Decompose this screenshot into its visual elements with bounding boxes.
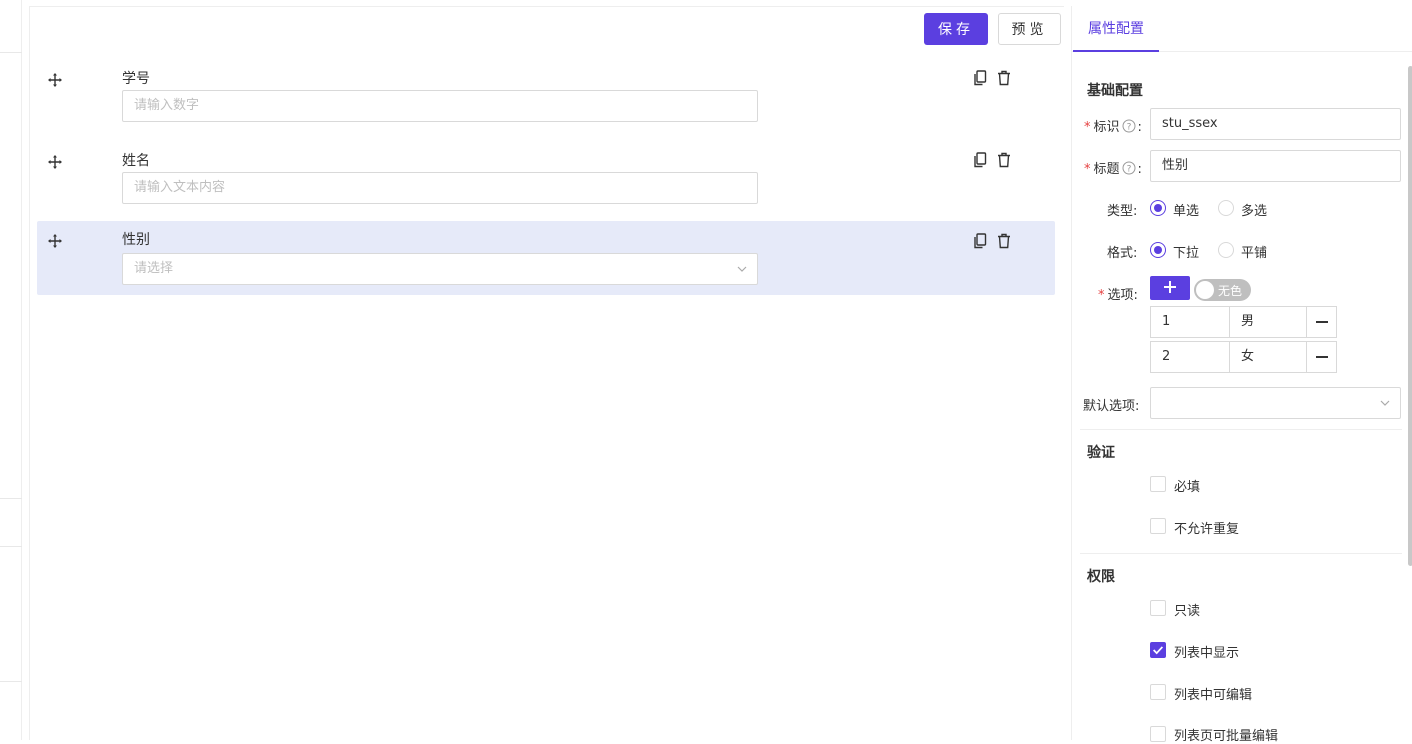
copy-icon[interactable] (973, 233, 987, 249)
preview-button[interactable]: 预览 (998, 13, 1061, 45)
toggle-knob (1196, 281, 1214, 299)
remove-option-button[interactable] (1306, 341, 1337, 373)
option-value-input[interactable]: 2 (1150, 341, 1230, 373)
options-label: * 选项: (1098, 288, 1138, 303)
copy-icon[interactable] (973, 152, 987, 168)
field-label: 性别 (122, 232, 150, 248)
remove-option-button[interactable] (1306, 306, 1337, 338)
default-option-label: 默认选项: (1083, 399, 1140, 414)
editable-in-list-label: 列表中可编辑 (1174, 688, 1253, 703)
divider (0, 546, 22, 547)
svg-text:?: ? (1126, 123, 1131, 133)
scrollbar[interactable] (1408, 66, 1412, 566)
form-field-name[interactable]: 姓名 请输入文本内容 (37, 140, 1055, 214)
select-placeholder: 请选择 (134, 261, 174, 276)
id-label: * 标识?: (1084, 119, 1142, 135)
form-field-gender[interactable]: 性别 请选择 (37, 221, 1055, 295)
copy-icon[interactable] (973, 70, 987, 86)
delete-icon[interactable] (997, 152, 1011, 168)
required-checkbox[interactable] (1150, 476, 1166, 492)
divider (0, 681, 22, 682)
editable-in-list-checkbox[interactable] (1150, 684, 1166, 700)
text-input[interactable]: 请输入文本内容 (122, 172, 758, 204)
default-option-select[interactable] (1150, 387, 1401, 419)
readonly-checkbox[interactable] (1150, 600, 1166, 616)
delete-icon[interactable] (997, 233, 1011, 249)
drag-handle-icon[interactable] (47, 154, 63, 170)
toggle-label: 无色 (1218, 284, 1243, 298)
divider (0, 498, 22, 499)
plus-icon (1164, 280, 1176, 293)
select-dropdown[interactable]: 请选择 (122, 253, 758, 285)
divider (1080, 553, 1402, 554)
option-value-input[interactable]: 1 (1150, 306, 1230, 338)
title-field[interactable]: 性别 (1150, 150, 1401, 182)
type-label: 类型: (1107, 204, 1138, 219)
title-label: * 标题?: (1084, 161, 1142, 177)
drag-handle-icon[interactable] (47, 233, 63, 249)
divider (0, 52, 22, 53)
color-toggle[interactable]: 无色 (1194, 279, 1251, 301)
radio-tiled-label: 平铺 (1241, 246, 1268, 261)
drag-handle-icon[interactable] (47, 72, 63, 88)
add-option-button[interactable] (1150, 276, 1190, 300)
chevron-down-icon (737, 266, 747, 272)
radio-single-label: 单选 (1173, 204, 1200, 219)
chevron-down-icon (1380, 400, 1390, 406)
checkmark-icon (1153, 646, 1164, 655)
option-text-input[interactable]: 女 (1229, 341, 1309, 373)
required-label: 必填 (1174, 480, 1201, 495)
radio-dropdown[interactable] (1150, 242, 1166, 258)
section-title-permission: 权限 (1087, 569, 1115, 585)
field-label: 姓名 (122, 153, 150, 169)
save-button[interactable]: 保存 (924, 13, 988, 45)
batch-edit-label: 列表页可批量编辑 (1174, 729, 1279, 744)
divider (1080, 429, 1402, 430)
readonly-label: 只读 (1174, 604, 1201, 619)
radio-dropdown-label: 下拉 (1173, 246, 1200, 261)
section-title-basic: 基础配置 (1087, 83, 1143, 99)
tab-property-config[interactable]: 属性配置 (1073, 6, 1159, 52)
number-input[interactable]: 请输入数字 (122, 90, 758, 122)
unique-label: 不允许重复 (1174, 522, 1240, 537)
radio-multiple[interactable] (1218, 200, 1234, 216)
radio-single[interactable] (1150, 200, 1166, 216)
help-icon[interactable]: ? (1122, 161, 1136, 175)
show-in-list-label: 列表中显示 (1174, 646, 1240, 661)
option-text-input[interactable]: 男 (1229, 306, 1309, 338)
tab-bar: 属性配置 (1072, 6, 1412, 52)
format-label: 格式: (1107, 246, 1138, 261)
show-in-list-checkbox[interactable] (1150, 642, 1166, 658)
radio-tiled[interactable] (1218, 242, 1234, 258)
property-panel: 属性配置 基础配置 * 标识?: stu_ssex * 标题?: 性别 类型: 单选… (1071, 6, 1412, 744)
section-title-validation: 验证 (1087, 445, 1115, 461)
svg-text:?: ? (1126, 165, 1131, 175)
left-sidebar-edge (0, 0, 22, 740)
unique-checkbox[interactable] (1150, 518, 1166, 534)
form-field-student-id[interactable]: 学号 请输入数字 (37, 58, 1055, 132)
delete-icon[interactable] (997, 70, 1011, 86)
id-field[interactable]: stu_ssex (1150, 108, 1401, 140)
field-label: 学号 (122, 71, 150, 87)
radio-multiple-label: 多选 (1241, 204, 1268, 219)
help-icon[interactable]: ? (1122, 119, 1136, 133)
